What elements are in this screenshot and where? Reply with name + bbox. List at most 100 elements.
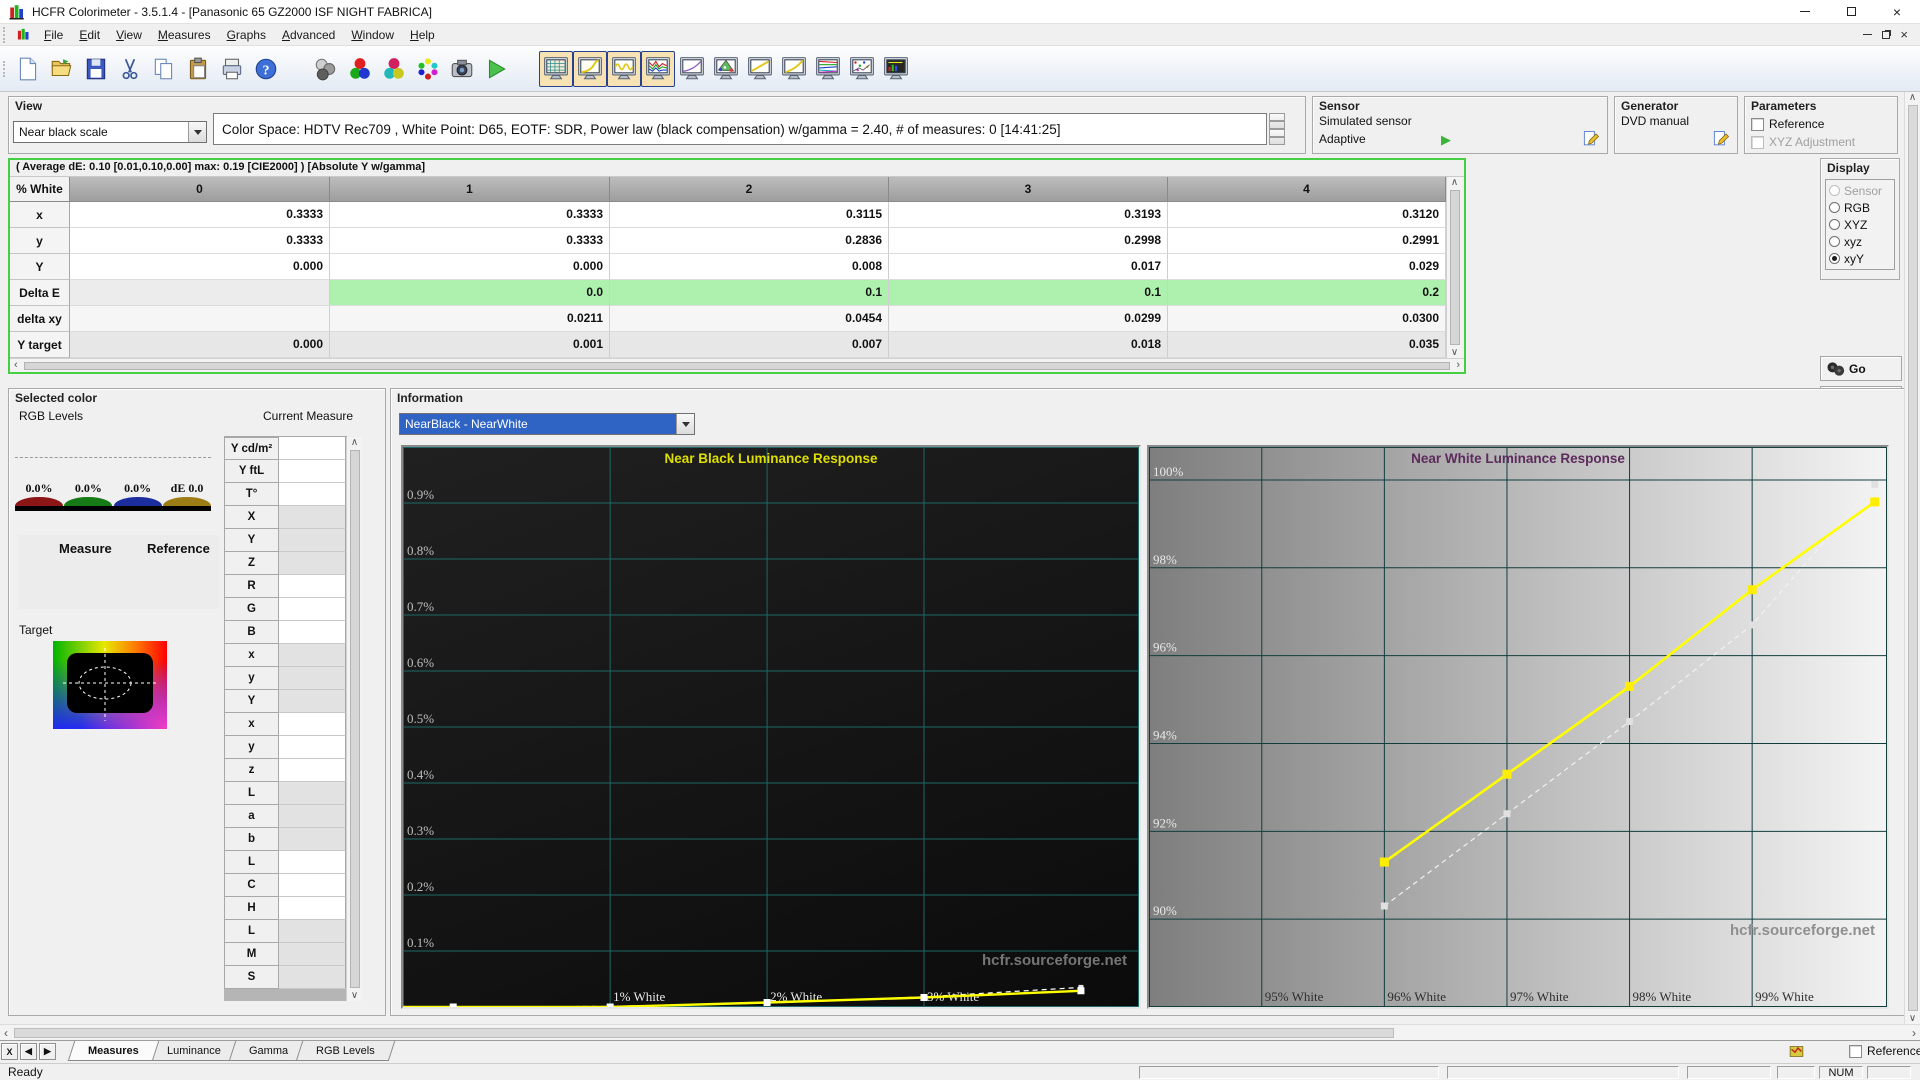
tab-close-button[interactable]: X bbox=[1, 1043, 18, 1060]
table-column-header[interactable]: 3 bbox=[889, 177, 1168, 202]
display-option-xyz[interactable]: xyz bbox=[1829, 233, 1891, 250]
view-cie-diagram-button[interactable] bbox=[709, 51, 743, 87]
sensor-run-icon[interactable]: ▶ bbox=[1441, 133, 1451, 146]
table-cell[interactable] bbox=[70, 306, 330, 332]
table-cell[interactable]: 0.007 bbox=[610, 332, 889, 358]
view-rgb-levels-button[interactable] bbox=[641, 51, 675, 87]
radio-icon[interactable] bbox=[1829, 236, 1840, 247]
scroll-right-icon[interactable]: › bbox=[1452, 360, 1464, 371]
menu-graphs[interactable]: Graphs bbox=[219, 25, 274, 45]
scroll-up-icon[interactable]: ∧ bbox=[1909, 92, 1916, 103]
table-cell[interactable]: 0.000 bbox=[70, 254, 330, 280]
measure-colorchecker-button[interactable] bbox=[411, 51, 445, 87]
run-measures-button[interactable] bbox=[479, 51, 513, 87]
scale-select[interactable]: Near black scale bbox=[13, 121, 207, 143]
mdi-vertical-scrollbar[interactable]: ∧ ∨ bbox=[1904, 92, 1920, 1024]
table-cell[interactable]: 0.3333 bbox=[330, 228, 610, 254]
menu-edit[interactable]: Edit bbox=[71, 25, 108, 45]
mdi-horizontal-scrollbar[interactable]: ‹ › bbox=[0, 1024, 1920, 1040]
menu-file[interactable]: File bbox=[36, 25, 71, 45]
reference-checkbox-row[interactable]: Reference bbox=[1849, 1044, 1920, 1058]
table-cell[interactable]: 0.3333 bbox=[70, 202, 330, 228]
table-cell[interactable]: 0.035 bbox=[1168, 332, 1446, 358]
table-cell[interactable]: 0.3333 bbox=[330, 202, 610, 228]
generator-edit-icon[interactable] bbox=[1711, 129, 1731, 149]
table-column-header[interactable]: 0 bbox=[70, 177, 330, 202]
table-cell[interactable]: 0.2991 bbox=[1168, 228, 1446, 254]
table-vertical-scrollbar[interactable]: ∧ ∨ bbox=[1446, 177, 1462, 358]
table-cell[interactable]: 0.0299 bbox=[889, 306, 1168, 332]
new-button[interactable] bbox=[11, 51, 45, 87]
tab-prev-button[interactable]: ◀ bbox=[20, 1043, 37, 1060]
table-cell[interactable] bbox=[70, 280, 330, 306]
display-option-rgb[interactable]: RGB bbox=[1829, 199, 1891, 216]
display-option-xyz[interactable]: XYZ bbox=[1829, 216, 1891, 233]
measure-secondaries-button[interactable] bbox=[377, 51, 411, 87]
scroll-left-icon[interactable]: ‹ bbox=[10, 360, 22, 371]
table-cell[interactable]: 0.0211 bbox=[330, 306, 610, 332]
current-measure-scrollbar[interactable]: ∧ ∨ bbox=[346, 437, 362, 1001]
table-cell[interactable]: 0.1 bbox=[889, 280, 1168, 306]
help-button[interactable]: ? bbox=[249, 51, 283, 87]
view-gamma-curve-button[interactable] bbox=[573, 51, 607, 87]
information-view-select[interactable]: NearBlack - NearWhite bbox=[399, 413, 695, 435]
scroll-right-icon[interactable]: › bbox=[1908, 1027, 1920, 1039]
minimize-button[interactable] bbox=[1782, 0, 1828, 24]
capture-snapshot-button[interactable] bbox=[445, 51, 479, 87]
tab-rgb-levels[interactable]: RGB Levels bbox=[295, 1041, 394, 1061]
mdi-minimize-icon[interactable] bbox=[1863, 34, 1872, 35]
mdi-restore-icon[interactable] bbox=[1882, 31, 1890, 39]
scroll-up-icon[interactable]: ∧ bbox=[351, 437, 358, 448]
spin-up-icon[interactable] bbox=[1269, 113, 1285, 129]
tab-next-button[interactable]: ▶ bbox=[39, 1043, 56, 1060]
print-button[interactable] bbox=[215, 51, 249, 87]
table-cell[interactable]: 0.2 bbox=[1168, 280, 1446, 306]
menu-help[interactable]: Help bbox=[402, 25, 443, 45]
scroll-left-icon[interactable]: ‹ bbox=[0, 1027, 12, 1039]
table-column-header[interactable]: 1 bbox=[330, 177, 610, 202]
restore-button[interactable] bbox=[1828, 0, 1874, 24]
display-option-xyy[interactable]: xyY bbox=[1829, 250, 1891, 267]
levels-icon[interactable] bbox=[1788, 1043, 1805, 1060]
radio-icon[interactable] bbox=[1829, 219, 1840, 230]
table-cell[interactable]: 0.3193 bbox=[889, 202, 1168, 228]
close-button[interactable]: × bbox=[1874, 0, 1920, 24]
table-cell[interactable]: 0.3115 bbox=[610, 202, 889, 228]
view-luminance-lin-button[interactable] bbox=[743, 51, 777, 87]
view-color-lines-button[interactable] bbox=[811, 51, 845, 87]
table-cell[interactable]: 0.018 bbox=[889, 332, 1168, 358]
table-cell[interactable]: 0.2998 bbox=[889, 228, 1168, 254]
measure-primaries-button[interactable] bbox=[343, 51, 377, 87]
table-horizontal-scrollbar[interactable]: ‹ › bbox=[10, 358, 1464, 372]
checkbox-icon[interactable] bbox=[1751, 118, 1764, 131]
table-cell[interactable]: 0.029 bbox=[1168, 254, 1446, 280]
menu-view[interactable]: View bbox=[108, 25, 150, 45]
view-dark-calibration-button[interactable] bbox=[879, 51, 913, 87]
table-cell[interactable]: 0.3333 bbox=[70, 228, 330, 254]
view-luminance-log-button[interactable] bbox=[777, 51, 811, 87]
sensor-edit-icon[interactable] bbox=[1581, 129, 1601, 149]
information-dropdown-icon[interactable] bbox=[676, 414, 694, 434]
scroll-down-icon[interactable]: ∨ bbox=[1451, 347, 1458, 358]
parameter-reference[interactable]: Reference bbox=[1745, 115, 1897, 133]
cut-button[interactable] bbox=[113, 51, 147, 87]
menu-measures[interactable]: Measures bbox=[150, 25, 219, 45]
view-measures-table-button[interactable] bbox=[539, 51, 573, 87]
table-cell[interactable]: 0.1 bbox=[610, 280, 889, 306]
view-color-checker-button[interactable] bbox=[845, 51, 879, 87]
table-cell[interactable]: 0.0 bbox=[330, 280, 610, 306]
table-column-header[interactable]: 4 bbox=[1168, 177, 1446, 202]
radio-icon[interactable] bbox=[1829, 253, 1840, 264]
menu-advanced[interactable]: Advanced bbox=[274, 25, 343, 45]
tab-measures[interactable]: Measures bbox=[68, 1041, 159, 1061]
spin-down-icon[interactable] bbox=[1269, 129, 1285, 145]
tab-luminance[interactable]: Luminance bbox=[147, 1041, 241, 1061]
table-cell[interactable]: 0.000 bbox=[330, 254, 610, 280]
view-luminance-wave-button[interactable] bbox=[607, 51, 641, 87]
open-button[interactable] bbox=[45, 51, 79, 87]
scroll-down-icon[interactable]: ∨ bbox=[351, 990, 358, 1001]
table-column-header[interactable]: 2 bbox=[610, 177, 889, 202]
table-cell[interactable]: 0.008 bbox=[610, 254, 889, 280]
radio-icon[interactable] bbox=[1829, 202, 1840, 213]
menu-window[interactable]: Window bbox=[343, 25, 402, 45]
